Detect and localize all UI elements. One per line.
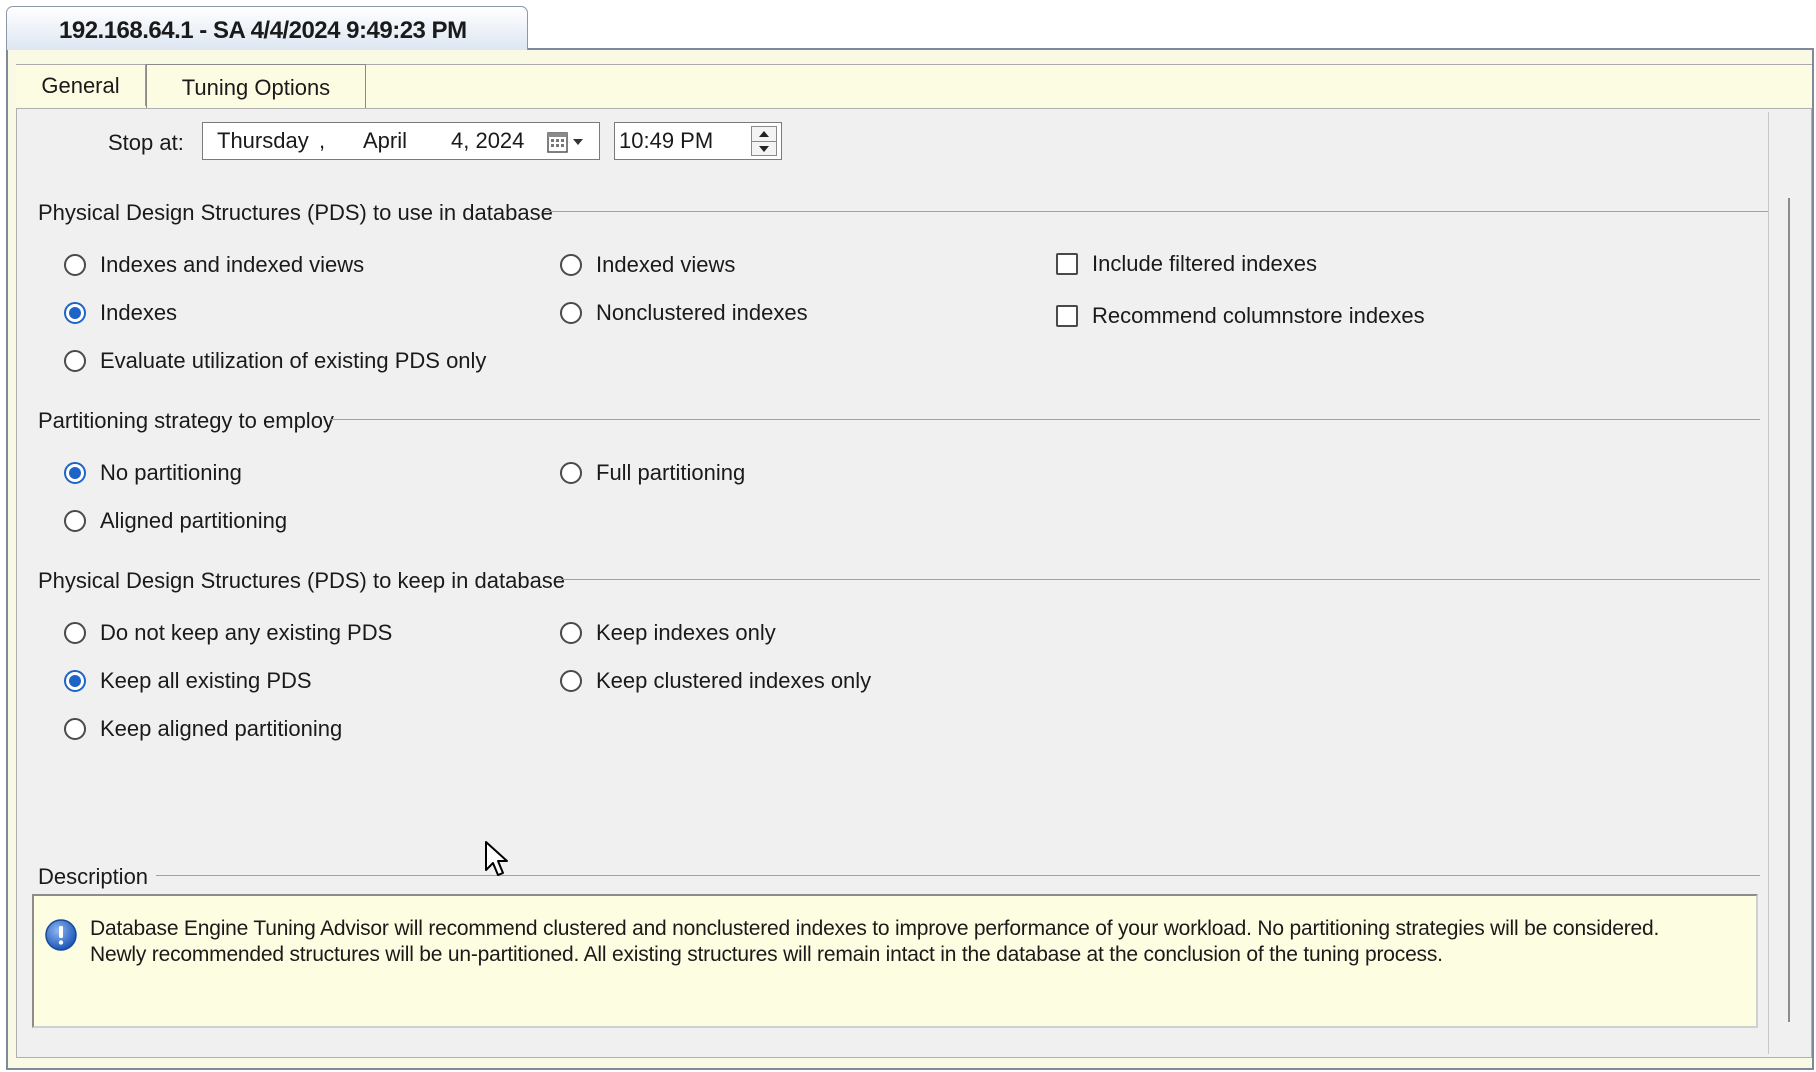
radio-icon[interactable] xyxy=(64,510,86,532)
description-heading: Description xyxy=(38,864,149,889)
option-label: No partitioning xyxy=(100,460,242,485)
radio-keep-clustered-indexes-only[interactable]: Keep clustered indexes only xyxy=(560,666,871,696)
mouse-cursor-icon xyxy=(484,840,510,885)
option-label: Aligned partitioning xyxy=(100,508,288,533)
option-label: Keep clustered indexes only xyxy=(596,668,872,693)
description-line-2: Newly recommended structures will be un-… xyxy=(90,943,1443,966)
date-day-year[interactable]: 4, 2024 xyxy=(451,123,524,159)
calendar-dropdown-icon[interactable] xyxy=(547,129,595,153)
option-label: Indexes xyxy=(100,300,178,325)
option-label: Indexes and indexed views xyxy=(100,252,365,277)
checkbox-recommend-columnstore-indexes[interactable]: Recommend columnstore indexes xyxy=(1056,301,1425,331)
radio-keep-all-existing-pds[interactable]: Keep all existing PDS xyxy=(64,666,312,696)
radio-keep-indexes-only[interactable]: Keep indexes only xyxy=(560,618,776,648)
radio-checked-icon[interactable] xyxy=(64,670,86,692)
radio-indexed-views[interactable]: Indexed views xyxy=(560,250,735,280)
panel-divider xyxy=(1768,112,1769,1054)
stop-at-time-picker[interactable]: 10:49 PM xyxy=(614,122,782,160)
radio-do-not-keep-any-pds[interactable]: Do not keep any existing PDS xyxy=(64,618,392,648)
description-divider xyxy=(156,875,1760,876)
radio-icon[interactable] xyxy=(64,718,86,740)
checkbox-icon[interactable] xyxy=(1056,253,1078,275)
option-label: Do not keep any existing PDS xyxy=(100,620,393,645)
stop-at-date-picker[interactable]: Thursday , April 4, 2024 xyxy=(202,122,600,160)
date-day[interactable]: Thursday xyxy=(217,123,309,159)
radio-nonclustered-indexes[interactable]: Nonclustered indexes xyxy=(560,298,808,328)
option-label: Keep aligned partitioning xyxy=(100,716,343,741)
radio-checked-icon[interactable] xyxy=(64,462,86,484)
radio-icon[interactable] xyxy=(560,670,582,692)
option-label: Keep indexes only xyxy=(596,620,776,645)
info-icon xyxy=(44,918,78,957)
stop-at-label: Stop at: xyxy=(108,130,184,155)
radio-icon[interactable] xyxy=(560,622,582,644)
radio-evaluate-existing-pds-only[interactable]: Evaluate utilization of existing PDS onl… xyxy=(64,346,486,376)
radio-indexes-and-indexed-views[interactable]: Indexes and indexed views xyxy=(64,250,364,280)
radio-icon[interactable] xyxy=(64,254,86,276)
time-spinner[interactable] xyxy=(751,126,777,156)
time-value[interactable]: 10:49 PM xyxy=(619,123,713,159)
radio-icon[interactable] xyxy=(64,350,86,372)
radio-full-partitioning[interactable]: Full partitioning xyxy=(560,458,745,488)
description-line-1: Database Engine Tuning Advisor will reco… xyxy=(90,917,1660,940)
radio-icon[interactable] xyxy=(560,462,582,484)
spin-down-icon[interactable] xyxy=(752,141,776,156)
session-tab[interactable]: 192.168.64.1 - SA 4/4/2024 9:49:23 PM xyxy=(6,6,528,50)
session-title: 192.168.64.1 - SA 4/4/2024 9:49:23 PM xyxy=(59,17,467,44)
option-label: Indexed views xyxy=(596,252,736,277)
option-label: Nonclustered indexes xyxy=(596,300,808,325)
date-separator: , xyxy=(319,128,326,153)
radio-checked-icon[interactable] xyxy=(64,302,86,324)
radio-keep-aligned-partitioning[interactable]: Keep aligned partitioning xyxy=(64,714,342,744)
partitioning-divider xyxy=(330,419,1760,420)
radio-no-partitioning[interactable]: No partitioning xyxy=(64,458,242,488)
tab-tuning-options[interactable]: Tuning Options xyxy=(146,64,366,110)
tab-general[interactable]: General xyxy=(16,64,146,106)
spin-up-icon[interactable] xyxy=(752,127,776,141)
pds-keep-divider xyxy=(558,579,1760,580)
checkbox-icon[interactable] xyxy=(1056,305,1078,327)
radio-icon[interactable] xyxy=(560,254,582,276)
radio-icon[interactable] xyxy=(560,302,582,324)
radio-indexes[interactable]: Indexes xyxy=(64,298,177,328)
scrollbar[interactable] xyxy=(1788,198,1790,1022)
pds-keep-heading: Physical Design Structures (PDS) to keep… xyxy=(38,568,566,593)
partitioning-heading: Partitioning strategy to employ xyxy=(38,408,334,433)
option-label: Full partitioning xyxy=(596,460,746,485)
radio-icon[interactable] xyxy=(64,622,86,644)
pds-use-divider xyxy=(544,211,1768,212)
description-box: Database Engine Tuning Advisor will reco… xyxy=(32,894,1758,1028)
option-label: Evaluate utilization of existing PDS onl… xyxy=(100,348,487,373)
radio-aligned-partitioning[interactable]: Aligned partitioning xyxy=(64,506,287,536)
date-month[interactable]: April xyxy=(363,123,407,159)
option-label: Include filtered indexes xyxy=(1092,251,1318,276)
option-label: Keep all existing PDS xyxy=(100,668,312,693)
pds-use-heading: Physical Design Structures (PDS) to use … xyxy=(38,200,553,225)
checkbox-include-filtered-indexes[interactable]: Include filtered indexes xyxy=(1056,249,1317,279)
option-label: Recommend columnstore indexes xyxy=(1092,303,1425,328)
description-text: Database Engine Tuning Advisor will reco… xyxy=(90,916,1740,968)
